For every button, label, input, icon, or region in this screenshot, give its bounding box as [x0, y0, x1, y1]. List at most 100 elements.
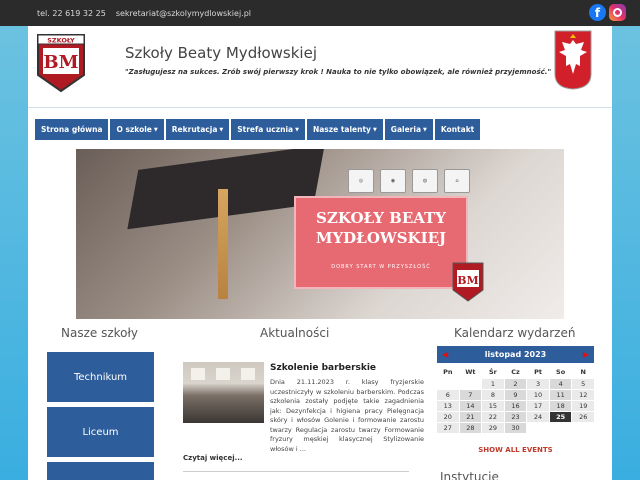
- calendar-day[interactable]: 18: [549, 401, 572, 411]
- badge-row: ◎ ◉ ◍ ⌂: [348, 169, 470, 193]
- caret-down-icon: ▼: [423, 126, 427, 133]
- banner-subtitle: DOBRY START W PRZYSZŁOŚĆ: [331, 264, 431, 270]
- caret-down-icon: ▼: [153, 126, 158, 133]
- logo-top-text: SZKOŁY: [47, 37, 75, 45]
- site-header: SZKOŁY BM Szkoły Beaty Mydłowskiej "Zasł…: [28, 26, 612, 108]
- calendar-day[interactable]: 15: [482, 401, 504, 411]
- calendar-day[interactable]: 8: [482, 390, 504, 400]
- institutions-heading: Instytucje: [440, 470, 499, 480]
- school-button-technikum[interactable]: Technikum: [47, 352, 154, 402]
- calendar-day[interactable]: 23: [504, 412, 527, 422]
- news-excerpt: Dnia 21.11.2023 r. klasy fryzjerskie ucz…: [270, 378, 424, 453]
- show-all-events-link[interactable]: SHOW ALL EVENTS: [437, 446, 594, 454]
- banner-title-line2: MYDŁOWSKIEJ: [315, 229, 447, 247]
- calendar-day[interactable]: 4: [549, 379, 572, 389]
- caret-down-icon: ▼: [219, 126, 224, 133]
- calendar-header: ◀ listopad 2023 ▶: [437, 346, 594, 363]
- badge-icon: ◎: [348, 169, 374, 193]
- calendar-weekday: Pt: [534, 367, 542, 376]
- calendar-grid: Pn Wt Śr Cz Pt So N 1 2 3 4 5 6 7 8 9 10 11 12 13 14 15 16 17 18…: [437, 365, 594, 433]
- calendar-weekday: Śr: [488, 367, 497, 376]
- read-more-link[interactable]: Czytaj więcej...: [183, 454, 243, 462]
- banner-title-line1: SZKOŁY BEATY: [316, 209, 446, 227]
- event-calendar: ◀ listopad 2023 ▶ Pn Wt Śr Cz Pt So N 1 2 3 4 5 6 7 8 9…: [437, 346, 594, 433]
- badge-icon: ⌂: [444, 169, 470, 193]
- calendar-day[interactable]: 9: [504, 390, 527, 400]
- facebook-icon[interactable]: f: [589, 4, 606, 21]
- calendar-weekday: N: [580, 367, 586, 376]
- nav-item-strona-glowna[interactable]: Strona główna: [35, 119, 109, 140]
- school-button-more[interactable]: [47, 462, 154, 480]
- nav-item-nasze-talenty[interactable]: Nasze talenty ▼: [306, 119, 383, 140]
- calendar-weekday: Pn: [443, 367, 453, 376]
- next-month-icon[interactable]: ▶: [583, 350, 589, 359]
- calendar-day[interactable]: 28: [459, 423, 482, 433]
- calendar-day[interactable]: 17: [527, 401, 549, 411]
- calendar-day[interactable]: 12: [572, 390, 594, 400]
- nav-item-galeria[interactable]: Galeria ▼: [384, 119, 433, 140]
- calendar-weekday: Wt: [465, 367, 476, 376]
- page-container: SZKOŁY BM Szkoły Beaty Mydłowskiej "Zasł…: [28, 26, 612, 480]
- nav-item-strefa-ucznia[interactable]: Strefa ucznia ▼: [231, 119, 305, 140]
- news-thumbnail[interactable]: [183, 362, 264, 423]
- calendar-day[interactable]: 19: [572, 401, 594, 411]
- banner-logo: BM: [452, 262, 484, 302]
- school-button-liceum[interactable]: Liceum: [47, 407, 154, 457]
- nav-item-kontakt[interactable]: Kontakt: [434, 119, 481, 140]
- calendar-day[interactable]: 3: [527, 379, 549, 389]
- badge-icon: ◍: [412, 169, 438, 193]
- svg-text:BM: BM: [457, 274, 478, 287]
- news-heading: Aktualności: [260, 326, 330, 340]
- phone-number[interactable]: tel. 22 619 32 25: [37, 9, 106, 18]
- calendar-day[interactable]: 13: [437, 401, 459, 411]
- calendar-empty-cell: [572, 423, 594, 433]
- calendar-day[interactable]: 6: [437, 390, 459, 400]
- site-title[interactable]: Szkoły Beaty Mydłowskiej: [125, 44, 317, 62]
- caret-down-icon: ▼: [372, 126, 377, 133]
- calendar-day[interactable]: 16: [504, 401, 527, 411]
- calendar-day[interactable]: 29: [482, 423, 504, 433]
- school-logo[interactable]: SZKOŁY BM: [36, 33, 86, 93]
- schools-heading: Nasze szkoły: [61, 326, 139, 340]
- calendar-day-today[interactable]: 25: [549, 412, 572, 422]
- calendar-heading: Kalendarz wydarzeń: [454, 326, 576, 340]
- calendar-day[interactable]: 24: [527, 412, 549, 422]
- logo-letters: BM: [43, 52, 78, 73]
- main-nav: Strona główna O szkole ▼ Rekrutacja ▼ Stre…: [35, 119, 481, 140]
- caret-down-icon: ▼: [295, 126, 299, 133]
- site-slogan: "Zasługujesz na sukces. Zrób swój pierws…: [125, 68, 552, 76]
- calendar-day[interactable]: 14: [459, 401, 482, 411]
- calendar-month: listopad 2023: [484, 350, 547, 359]
- calendar-day[interactable]: 11: [549, 390, 572, 400]
- polish-eagle-emblem: [554, 30, 592, 90]
- calendar-day[interactable]: 2: [504, 379, 527, 389]
- hero-banner: ◎ ◉ ◍ ⌂ SZKOŁY BEATY MYDŁOWSKIEJ DOBRY S…: [76, 149, 564, 319]
- calendar-day[interactable]: 27: [437, 423, 459, 433]
- banner-title-box: SZKOŁY BEATY MYDŁOWSKIEJ DOBRY START W P…: [294, 196, 468, 289]
- nav-item-rekrutacja[interactable]: Rekrutacja ▼: [165, 119, 230, 140]
- prev-month-icon[interactable]: ◀: [442, 350, 448, 359]
- calendar-day[interactable]: 30: [504, 423, 527, 433]
- calendar-empty-cell: [460, 379, 482, 389]
- calendar-empty-cell: [550, 423, 572, 433]
- calendar-day[interactable]: 5: [572, 379, 594, 389]
- calendar-day[interactable]: 22: [482, 412, 504, 422]
- calendar-day[interactable]: 21: [459, 412, 482, 422]
- news-divider: [183, 471, 409, 472]
- calendar-day[interactable]: 10: [527, 390, 549, 400]
- calendar-empty-cell: [527, 423, 549, 433]
- instagram-icon[interactable]: [609, 4, 626, 21]
- calendar-day[interactable]: 20: [437, 412, 459, 422]
- calendar-day[interactable]: 1: [482, 379, 504, 389]
- email-link[interactable]: sekretariat@szkolymydlowskiej.pl: [116, 9, 251, 18]
- top-bar: tel. 22 619 32 25 sekretariat@szkolymydl…: [0, 0, 640, 26]
- badge-icon: ◉: [380, 169, 406, 193]
- calendar-weekday: Cz: [511, 367, 520, 376]
- news-title[interactable]: Szkolenie barberskie: [270, 363, 376, 373]
- calendar-day[interactable]: 7: [459, 390, 482, 400]
- nav-item-o-szkole[interactable]: O szkole ▼: [110, 119, 164, 140]
- social-links: f: [589, 4, 626, 21]
- tassel-image: [218, 189, 228, 299]
- calendar-day[interactable]: 26: [572, 412, 594, 422]
- calendar-weekday: So: [556, 367, 566, 376]
